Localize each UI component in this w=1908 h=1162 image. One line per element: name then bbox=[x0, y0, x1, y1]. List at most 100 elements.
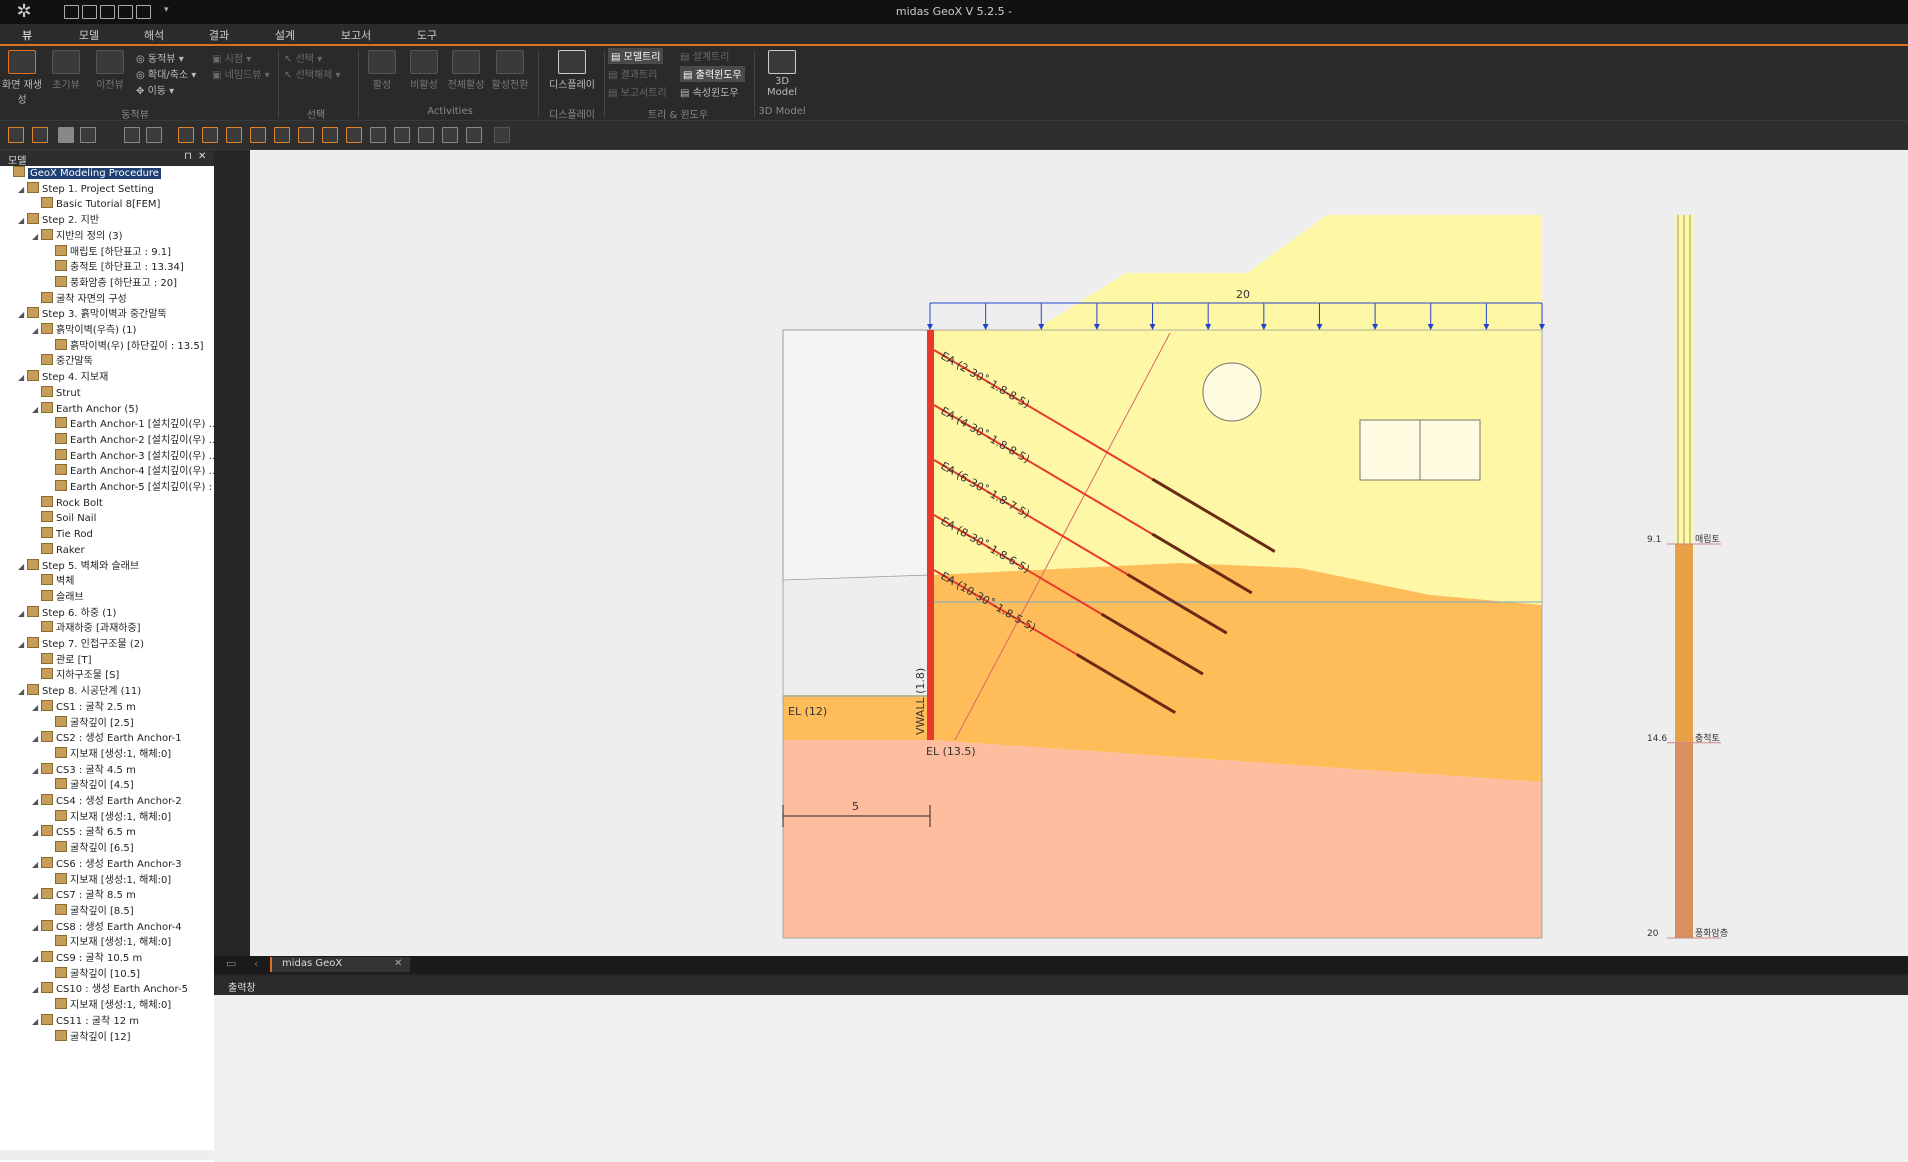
snap-icon[interactable] bbox=[8, 127, 24, 143]
tree-toggle-icon[interactable]: ◢ bbox=[32, 763, 41, 778]
tree-toggle-icon[interactable]: ◢ bbox=[32, 402, 41, 417]
named-view-button[interactable]: ▣ 네임드뷰 ▾ bbox=[212, 66, 270, 82]
tree-toggle-icon[interactable]: ◢ bbox=[32, 825, 41, 840]
strut-icon[interactable] bbox=[250, 127, 266, 143]
tree-toggle-icon[interactable]: ◢ bbox=[32, 700, 41, 715]
design-tree-button[interactable]: ▤ 설계트리 bbox=[680, 48, 729, 64]
tree-item[interactable]: 중간말뚝 bbox=[32, 354, 93, 369]
tree-toggle-icon[interactable]: ◢ bbox=[32, 982, 41, 997]
tree-toggle-icon[interactable]: ◢ bbox=[32, 920, 41, 935]
tree-item[interactable]: ◢ Step 3. 흙막이벽과 중간말뚝 bbox=[18, 307, 167, 322]
tree-item[interactable]: ◢ CS1 : 굴착 2.5 m bbox=[32, 699, 136, 715]
slab-icon[interactable] bbox=[298, 127, 314, 143]
tree-item[interactable]: 굴착 자면의 구성 bbox=[32, 291, 127, 307]
tree-item[interactable]: ◢ CS8 : 생성 Earth Anchor-4 bbox=[32, 919, 182, 935]
pan-button[interactable]: ✥ 이동 ▾ bbox=[136, 82, 174, 98]
tree-item[interactable]: 관로 [T] bbox=[32, 652, 92, 668]
activate-button[interactable]: 활성 bbox=[362, 50, 402, 102]
deselect-button[interactable]: ↖ 선택해제 ▾ bbox=[284, 66, 341, 82]
stage-edit-icon[interactable] bbox=[418, 127, 434, 143]
tree-toggle-icon[interactable]: ◢ bbox=[32, 229, 41, 244]
tree-toggle-icon[interactable]: ◢ bbox=[18, 370, 27, 385]
tree-item[interactable]: 지보재 [생성:1, 해체:0] bbox=[46, 998, 171, 1013]
tree-item[interactable]: Earth Anchor-2 [설치깊이(우) ... bbox=[46, 432, 214, 448]
result-tree-button[interactable]: ▤ 결과트리 bbox=[608, 66, 657, 82]
tree-item[interactable]: 굴착깊이 [12] bbox=[46, 1029, 131, 1045]
previous-view-button[interactable]: 이전뷰 bbox=[90, 50, 130, 102]
tab-design[interactable]: 설계 bbox=[272, 27, 298, 44]
tree-item[interactable]: 충적토 [하단표고 : 13.34] bbox=[46, 260, 184, 275]
tree-toggle-icon[interactable]: ◢ bbox=[32, 323, 41, 338]
tree-item[interactable]: ◢ CS3 : 굴착 4.5 m bbox=[32, 762, 136, 778]
zoom-button[interactable]: ◎ 확대/축소 ▾ bbox=[136, 66, 196, 82]
tree-item[interactable]: 지보재 [생성:1, 해체:0] bbox=[46, 872, 171, 888]
tree-item[interactable]: ◢ Step 6. 하중 (1) bbox=[18, 605, 116, 621]
tree-toggle-icon[interactable]: ◢ bbox=[18, 182, 27, 197]
tree-item[interactable]: 지보재 [생성:1, 해체:0] bbox=[46, 935, 171, 950]
deactivate-button[interactable]: 비활성 bbox=[404, 50, 444, 102]
tree-item[interactable]: ◢ Step 5. 벽체와 슬래브 bbox=[18, 558, 139, 574]
viewpoint-button[interactable]: ▣ 시점 ▾ bbox=[212, 50, 251, 66]
doc-tab-close-icon[interactable]: ✕ bbox=[394, 958, 402, 969]
tab-scroll-left-icon[interactable]: ‹ bbox=[254, 957, 258, 970]
model-tree-button[interactable]: ▤ 모델트리 bbox=[608, 48, 664, 64]
activate-all-button[interactable]: 전체활성 bbox=[446, 50, 486, 102]
tree-item[interactable]: ◢ Step 4. 지보재 bbox=[18, 370, 108, 385]
tree-item[interactable]: 흙막이벽(우) [하단깊이 : 13.5] bbox=[46, 338, 204, 354]
tree-item[interactable]: ◢ CS4 : 생성 Earth Anchor-2 bbox=[32, 794, 182, 809]
tree-toggle-icon[interactable]: ◢ bbox=[32, 1014, 41, 1029]
tab-analysis[interactable]: 해석 bbox=[141, 27, 167, 44]
tree-item[interactable]: ◢ Step 2. 지반 bbox=[18, 213, 99, 228]
grid-icon[interactable] bbox=[32, 127, 48, 143]
close-icon[interactable]: ✕ bbox=[198, 151, 206, 162]
tab-results[interactable]: 결과 bbox=[206, 27, 232, 44]
3d-model-button[interactable]: 3D Model bbox=[760, 50, 804, 102]
tree-item[interactable]: 지하구조물 [S] bbox=[32, 668, 119, 683]
check-icon[interactable] bbox=[494, 127, 510, 143]
tree-item[interactable]: GeoX Modeling Procedure bbox=[4, 166, 161, 181]
tree-item[interactable]: 슬래브 bbox=[32, 589, 84, 605]
tree-item[interactable]: Earth Anchor-4 [설치깊이(우) ... bbox=[46, 464, 214, 479]
tree-item[interactable]: ◢ Step 7. 인접구조물 (2) bbox=[18, 637, 144, 652]
tree-toggle-icon[interactable]: ◢ bbox=[32, 731, 41, 746]
report-tree-button[interactable]: ▤ 보고서트리 bbox=[608, 84, 667, 100]
tree-item[interactable]: 풍화암층 [하단표고 : 20] bbox=[46, 275, 177, 291]
tree-toggle-icon[interactable]: ◢ bbox=[32, 794, 41, 809]
construction-stage-icon[interactable] bbox=[370, 127, 386, 143]
dynamic-view-button[interactable]: ◎ 동적뷰 ▾ bbox=[136, 50, 184, 66]
tree-item[interactable]: ◢ 흙막이벽(우측) (1) bbox=[32, 323, 136, 338]
pin-icon[interactable]: ⊓ bbox=[184, 151, 192, 162]
toggle-activation-button[interactable]: 활성전환 bbox=[490, 50, 530, 102]
tree-item[interactable]: 벽체 bbox=[32, 574, 74, 589]
tree-item[interactable]: 굴착깊이 [8.5] bbox=[46, 903, 134, 919]
tree-item[interactable]: 지보재 [생성:1, 해체:0] bbox=[46, 746, 171, 762]
output-window[interactable] bbox=[214, 995, 1908, 1162]
panel-splitter[interactable] bbox=[214, 150, 250, 960]
tree-item[interactable]: 굴착깊이 [2.5] bbox=[46, 715, 134, 731]
tree-toggle-icon[interactable]: ◢ bbox=[32, 857, 41, 872]
tree-item[interactable]: Rock Bolt bbox=[32, 495, 103, 511]
stage-icon[interactable] bbox=[394, 127, 410, 143]
tree-horizontal-scrollbar[interactable] bbox=[0, 1150, 214, 1160]
tab-view[interactable]: 뷰 bbox=[14, 27, 40, 44]
tree-item[interactable]: ◢ CS7 : 굴착 8.5 m bbox=[32, 888, 136, 903]
tree-item[interactable]: ◢ Step 8. 시공단계 (11) bbox=[18, 684, 141, 699]
tree-item[interactable]: ◢ CS10 : 생성 Earth Anchor-5 bbox=[32, 982, 188, 997]
tab-tools[interactable]: 도구 bbox=[414, 27, 440, 44]
tree-item[interactable]: Basic Tutorial 8[FEM] bbox=[32, 197, 160, 212]
tree-item[interactable]: ◢ CS6 : 생성 Earth Anchor-3 bbox=[32, 856, 182, 872]
tree-item[interactable]: ◢ CS11 : 굴착 12 m bbox=[32, 1013, 139, 1029]
tree-item[interactable]: Earth Anchor-5 [설치깊이(우) : bbox=[46, 480, 212, 495]
regenerate-button[interactable]: 화면 재생성 bbox=[2, 50, 42, 106]
model-canvas[interactable]: VWALL (1.8) EL (12) EL (13.5) 5 20 EA (2-30… bbox=[250, 150, 1908, 956]
tree-item[interactable]: Earth Anchor-3 [설치깊이(우) ... bbox=[46, 448, 214, 464]
tree-item[interactable]: Soil Nail bbox=[32, 511, 96, 526]
tree-item[interactable]: Tie Rod bbox=[32, 527, 93, 542]
project-icon[interactable] bbox=[178, 127, 194, 143]
initial-view-button[interactable]: 초기뷰 bbox=[46, 50, 86, 102]
display-button[interactable]: 디스플레이 bbox=[544, 50, 600, 102]
tree-toggle-icon[interactable]: ◢ bbox=[18, 559, 27, 574]
tree-item[interactable]: Raker bbox=[32, 542, 85, 558]
property-window-button[interactable]: ▤ 속성윈도우 bbox=[680, 84, 739, 100]
tree-item[interactable]: ◢ CS5 : 굴착 6.5 m bbox=[32, 825, 136, 840]
